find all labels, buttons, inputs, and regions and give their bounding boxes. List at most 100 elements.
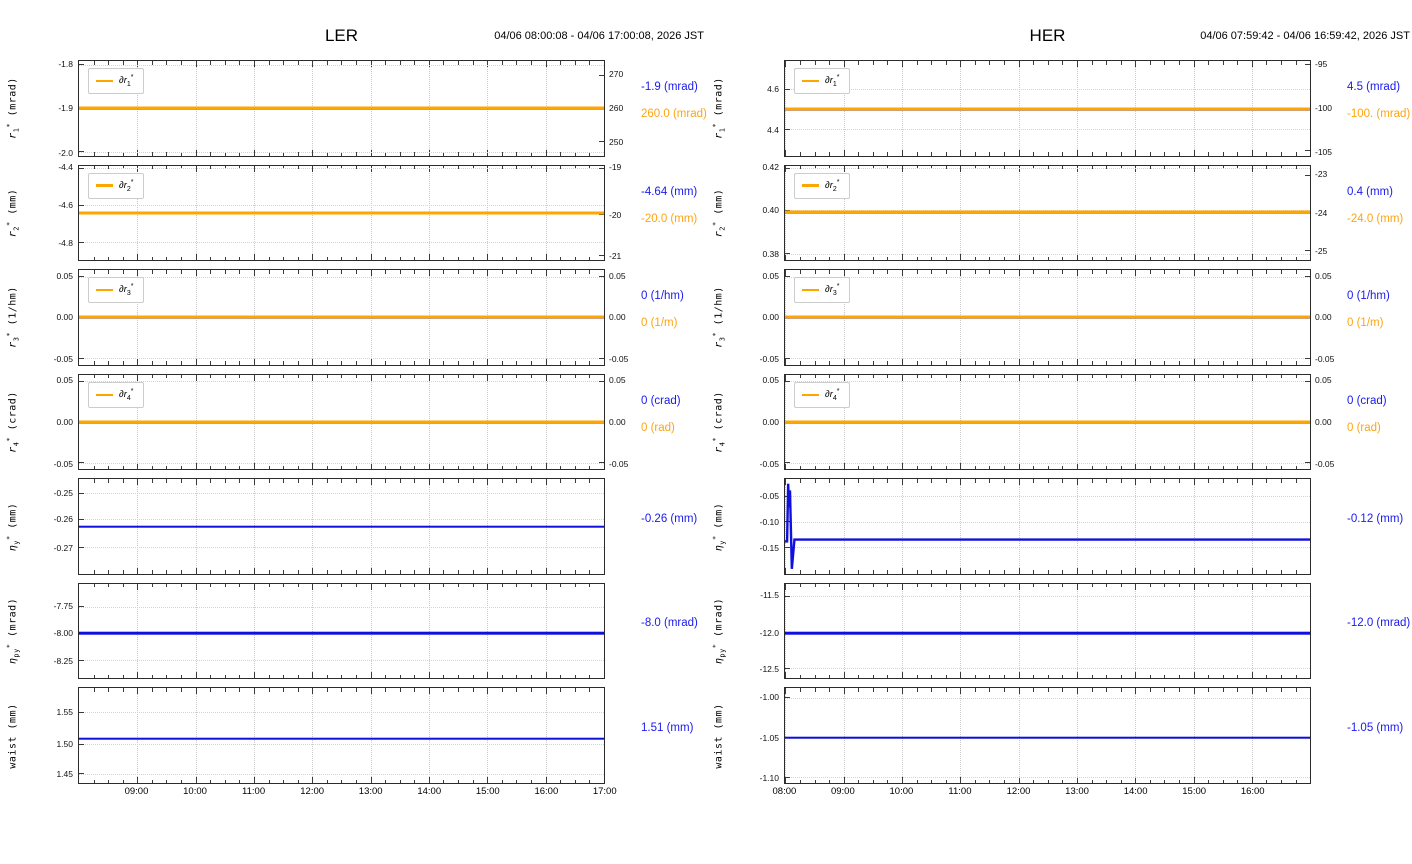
x-major-tick (370, 254, 372, 261)
y-label-spacer (8, 637, 19, 644)
y-label-superscript: * (5, 332, 14, 337)
y-axis-label: waist (mm) (714, 703, 725, 768)
x-major-tick (253, 777, 255, 784)
x-tick-label: 14:00 (417, 786, 442, 797)
x-minor-tick (931, 465, 933, 470)
x-minor-tick (108, 256, 110, 261)
x-minor-tick (945, 779, 947, 784)
series-line-orange (79, 420, 604, 424)
value-readout-blue: 0 (crad) (641, 394, 681, 407)
x-minor-tick (872, 688, 874, 692)
x-minor-tick (1266, 152, 1268, 156)
x-minor-tick (589, 361, 591, 365)
x-major-tick (370, 358, 372, 365)
x-minor-tick (989, 270, 991, 274)
x-minor-tick (166, 583, 168, 588)
plot-area: ∂r1* (78, 60, 605, 157)
y-tick-right (599, 276, 604, 278)
x-minor-tick (239, 374, 241, 379)
value-readouts: -8.0 (mrad) (635, 583, 706, 680)
time-range-ler: 04/06 08:00:08 - 04/06 17:00:08, 2026 JS… (494, 30, 704, 42)
x-minor-tick (181, 583, 183, 588)
x-minor-tick (268, 688, 270, 692)
x-minor-tick (268, 270, 270, 274)
x-minor-tick (1281, 361, 1283, 365)
x-minor-tick (1281, 61, 1283, 65)
y-label-spacer (714, 326, 725, 333)
x-minor-tick (814, 688, 816, 692)
legend-label: ∂r3* (119, 283, 134, 297)
x-minor-tick (560, 465, 562, 470)
x-major-tick (545, 672, 547, 679)
x-major-tick (428, 688, 430, 695)
x-major-tick (428, 358, 430, 365)
x-minor-tick (1091, 674, 1093, 679)
x-major-tick (1135, 149, 1137, 156)
y-gridline (785, 129, 1310, 131)
y-gridline (79, 462, 604, 464)
x-major-tick (1076, 583, 1078, 590)
x-minor-tick (151, 779, 153, 784)
y-label-unit: (mm) (713, 188, 725, 215)
x-major-tick (487, 358, 489, 365)
y-tick-label: 0.05 (56, 375, 73, 386)
value-readout-blue: 0 (1/hm) (641, 290, 684, 303)
y-label-spacer (8, 430, 19, 437)
y-label-unit: (mm) (7, 502, 19, 529)
x-minor-tick (283, 361, 285, 365)
x-major-tick (137, 374, 139, 381)
y-label-subscript: 4 (12, 441, 21, 447)
plot-area (78, 687, 605, 785)
right-y-tick-label: -0.05 (1315, 458, 1335, 469)
x-minor-tick (1091, 270, 1093, 274)
x-minor-tick (341, 361, 343, 365)
x-minor-tick (945, 256, 947, 261)
x-major-tick (370, 463, 372, 470)
x-minor-tick (872, 779, 874, 784)
y-label-superscript: * (5, 123, 14, 128)
y-label-spacer (714, 215, 725, 222)
x-minor-tick (1208, 152, 1210, 156)
x-minor-tick (1047, 361, 1049, 365)
y-tick-label: 0.00 (762, 312, 779, 323)
x-minor-tick (1120, 374, 1122, 379)
x-minor-tick (1033, 779, 1035, 784)
left-tick-labels: -7.75 -8.00 -8.25 (26, 583, 78, 680)
y-tick-right (599, 380, 604, 382)
x-minor-tick (574, 270, 576, 274)
legend-label: ∂r2* (825, 179, 840, 193)
plot-area (784, 582, 1311, 680)
x-minor-tick (1281, 674, 1283, 679)
x-tick-label: 15:00 (1182, 786, 1207, 797)
x-minor-tick (181, 465, 183, 470)
x-minor-tick (210, 479, 212, 483)
x-minor-tick (283, 570, 285, 574)
x-minor-tick (1266, 779, 1268, 784)
y-tick-right (1305, 64, 1310, 66)
x-major-tick (1076, 254, 1078, 261)
right-y-tick-label: 0.05 (609, 375, 626, 386)
value-readout-blue: 4.5 (mrad) (1347, 81, 1401, 94)
x-minor-tick (1047, 374, 1049, 379)
x-minor-tick (268, 465, 270, 470)
x-minor-tick (501, 374, 503, 379)
left-tick-labels: -1.00 -1.05 -1.10 (732, 687, 784, 784)
x-minor-tick (1120, 583, 1122, 588)
value-readout-orange: 0 (rad) (641, 421, 675, 434)
right-y-tick-label: 0.00 (609, 312, 626, 323)
x-minor-tick (93, 479, 95, 483)
x-major-tick (843, 463, 845, 470)
right-y-tick-label: -23 (1315, 169, 1328, 180)
value-readouts: -0.12 (mm) (1341, 478, 1412, 575)
x-minor-tick (530, 570, 532, 574)
x-minor-tick (224, 270, 226, 274)
x-minor-tick (916, 688, 918, 692)
right-y-tick-label: -0.05 (609, 353, 629, 364)
x-minor-tick (1164, 583, 1166, 588)
x-major-tick (370, 672, 372, 679)
x-minor-tick (1106, 779, 1108, 784)
x-minor-tick (151, 256, 153, 261)
y-gridline (79, 358, 604, 360)
x-major-tick (137, 583, 139, 590)
x-minor-tick (1033, 270, 1035, 274)
